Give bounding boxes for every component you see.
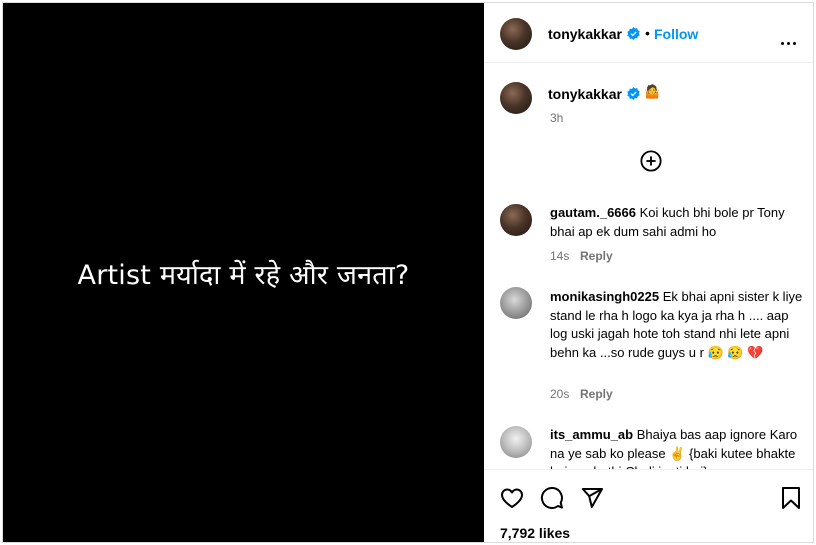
- comment-username[interactable]: monikasingh0225: [550, 289, 659, 304]
- comment-body: gautam._6666 Koi kuch bhi bole pr Tony b…: [550, 204, 803, 241]
- more-options-icon[interactable]: [781, 32, 799, 50]
- commenter-avatar[interactable]: [500, 426, 532, 458]
- caption-time[interactable]: 3h: [550, 111, 563, 125]
- commenter-avatar[interactable]: [500, 287, 532, 319]
- post-side-panel: tonykakkar • Follow tonykakkar 🤷 3h gaut…: [484, 3, 813, 542]
- verified-badge-icon: [627, 27, 640, 40]
- post-header: tonykakkar • Follow: [484, 3, 813, 63]
- comment-time[interactable]: 14s: [550, 249, 569, 263]
- media-caption-text: Artist मर्यादा में रहे और जनता?: [77, 260, 410, 291]
- likes-count[interactable]: 7,792 likes: [500, 525, 570, 541]
- save-bookmark-icon[interactable]: [780, 486, 802, 510]
- comment-body: its_ammu_ab Bhaiya bas aap ignore Karo n…: [550, 426, 803, 469]
- post-actions-bar: 7,792 likes: [484, 469, 813, 542]
- reply-button[interactable]: Reply: [580, 249, 613, 263]
- caption-avatar[interactable]: [500, 82, 532, 114]
- comment-username[interactable]: gautam._6666: [550, 205, 636, 220]
- caption-username[interactable]: tonykakkar: [548, 86, 622, 102]
- header-separator: •: [645, 25, 650, 41]
- post-media[interactable]: Artist मर्यादा में रहे और जनता?: [3, 3, 484, 542]
- comments-scroll-area[interactable]: tonykakkar 🤷 3h gautam._6666 Koi kuch bh…: [484, 64, 813, 469]
- header-username[interactable]: tonykakkar: [548, 26, 622, 42]
- author-avatar[interactable]: [500, 18, 532, 50]
- commenter-avatar[interactable]: [500, 204, 532, 236]
- comment-body: monikasingh0225 Ek bhai apni sister k li…: [550, 288, 803, 362]
- post-frame: Artist मर्यादा में रहे और जनता? tonykakk…: [2, 2, 814, 543]
- load-more-comments-icon[interactable]: [640, 150, 662, 172]
- reply-button[interactable]: Reply: [580, 387, 613, 401]
- comment-username[interactable]: its_ammu_ab: [550, 427, 633, 442]
- verified-badge-icon: [627, 87, 640, 100]
- comment-bubble-icon[interactable]: [540, 486, 564, 510]
- share-paper-plane-icon[interactable]: [580, 486, 604, 510]
- follow-button[interactable]: Follow: [654, 26, 698, 42]
- caption-emoji: 🤷: [644, 85, 661, 100]
- like-heart-icon[interactable]: [500, 486, 524, 510]
- comment-time[interactable]: 20s: [550, 387, 569, 401]
